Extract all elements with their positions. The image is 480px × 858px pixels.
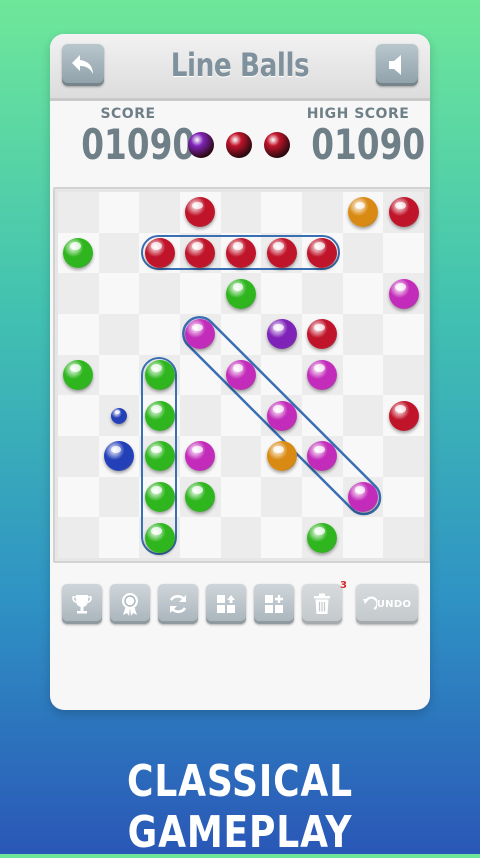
ball-green[interactable]	[226, 278, 256, 309]
high-score-value: 01090	[311, 120, 426, 169]
trash-button[interactable]	[302, 584, 342, 624]
achievements-button[interactable]	[110, 584, 150, 624]
score-panel: SCORE 01090	[68, 106, 196, 169]
speaker-icon	[389, 55, 401, 75]
next-balls-preview	[188, 132, 290, 158]
ball-red[interactable]	[144, 238, 175, 268]
ball-green[interactable]	[144, 400, 175, 431]
trash-icon	[314, 593, 330, 614]
board-grid	[58, 192, 424, 558]
undo-button[interactable]: UNDO	[356, 584, 418, 624]
ball-green[interactable]	[144, 482, 175, 512]
grid-up-icon	[217, 595, 235, 613]
high-score-panel: HIGH SCORE 01090	[298, 106, 426, 169]
ball-magenta[interactable]	[348, 482, 378, 512]
ball-magenta[interactable]	[226, 360, 256, 390]
sound-button[interactable]	[376, 44, 418, 86]
restart-button[interactable]	[158, 584, 198, 624]
undo-icon	[362, 596, 377, 610]
ball-magenta[interactable]	[388, 278, 419, 309]
ball-green[interactable]	[144, 522, 175, 553]
ball-green[interactable]	[144, 441, 175, 472]
next-ball-purple	[188, 132, 214, 158]
add-button[interactable]	[254, 584, 294, 624]
undo-label: UNDO	[376, 598, 412, 610]
ball-red[interactable]	[226, 238, 256, 268]
next-ball-red	[226, 132, 252, 158]
promo-caption: CLASSICAL GAMEPLAY	[127, 756, 353, 858]
trophy-icon	[72, 595, 92, 614]
ball-blue[interactable]	[111, 407, 127, 424]
page-title: Line Balls	[170, 46, 310, 84]
score-value: 01090	[81, 120, 196, 169]
next-ball-red	[264, 132, 290, 158]
medal-icon	[122, 593, 138, 616]
top-bar: Line Balls	[50, 34, 430, 101]
ball-purple[interactable]	[266, 319, 297, 350]
move-up-button[interactable]	[206, 584, 246, 624]
trophy-button[interactable]	[62, 584, 102, 624]
grid-add-icon	[265, 595, 283, 613]
ball-green[interactable]	[307, 522, 338, 553]
game-board	[53, 187, 430, 563]
ball-red[interactable]	[388, 197, 419, 228]
ball-red[interactable]	[388, 400, 419, 431]
refresh-icon	[169, 595, 187, 613]
ball-orange[interactable]	[266, 441, 297, 472]
ball-magenta[interactable]	[266, 400, 297, 431]
toolbar: 3 UNDO	[50, 580, 430, 628]
ball-green[interactable]	[144, 360, 175, 390]
ball-red[interactable]	[266, 238, 297, 268]
trash-count-badge: 3	[340, 580, 347, 591]
game-panel: Line Balls SCORE 01090 HIGH SCORE 01090	[50, 34, 430, 710]
